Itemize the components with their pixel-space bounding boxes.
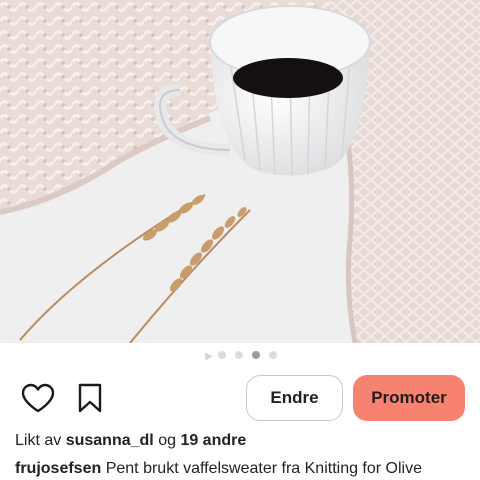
like-button[interactable] bbox=[20, 380, 56, 416]
likes-prefix: Likt av bbox=[15, 432, 62, 449]
carousel-indicator bbox=[0, 347, 480, 363]
edit-button[interactable]: Endre bbox=[246, 375, 343, 421]
carousel-dot-active bbox=[252, 351, 260, 359]
post-caption: frujosefsen Pent brukt vaffelsweater fra… bbox=[15, 460, 422, 478]
likes-summary: Likt av susanna_dl og 19 andre bbox=[15, 432, 246, 450]
promote-button[interactable]: Promoter bbox=[353, 375, 465, 421]
carousel-dot bbox=[269, 351, 277, 359]
likes-others-link[interactable]: 19 andre bbox=[180, 432, 246, 449]
bookmark-icon bbox=[78, 383, 102, 413]
save-button[interactable] bbox=[72, 380, 108, 416]
heart-icon bbox=[21, 383, 55, 413]
post-photo bbox=[0, 0, 480, 343]
post-image[interactable] bbox=[0, 0, 480, 343]
carousel-dot bbox=[235, 351, 243, 359]
location-arrow-icon bbox=[201, 349, 213, 361]
liker-username[interactable]: susanna_dl bbox=[66, 432, 154, 449]
carousel-dot bbox=[218, 351, 226, 359]
caption-text: Pent brukt vaffelsweater fra Knitting fo… bbox=[105, 460, 422, 477]
likes-connector: og bbox=[158, 432, 176, 449]
author-username[interactable]: frujosefsen bbox=[15, 460, 101, 477]
